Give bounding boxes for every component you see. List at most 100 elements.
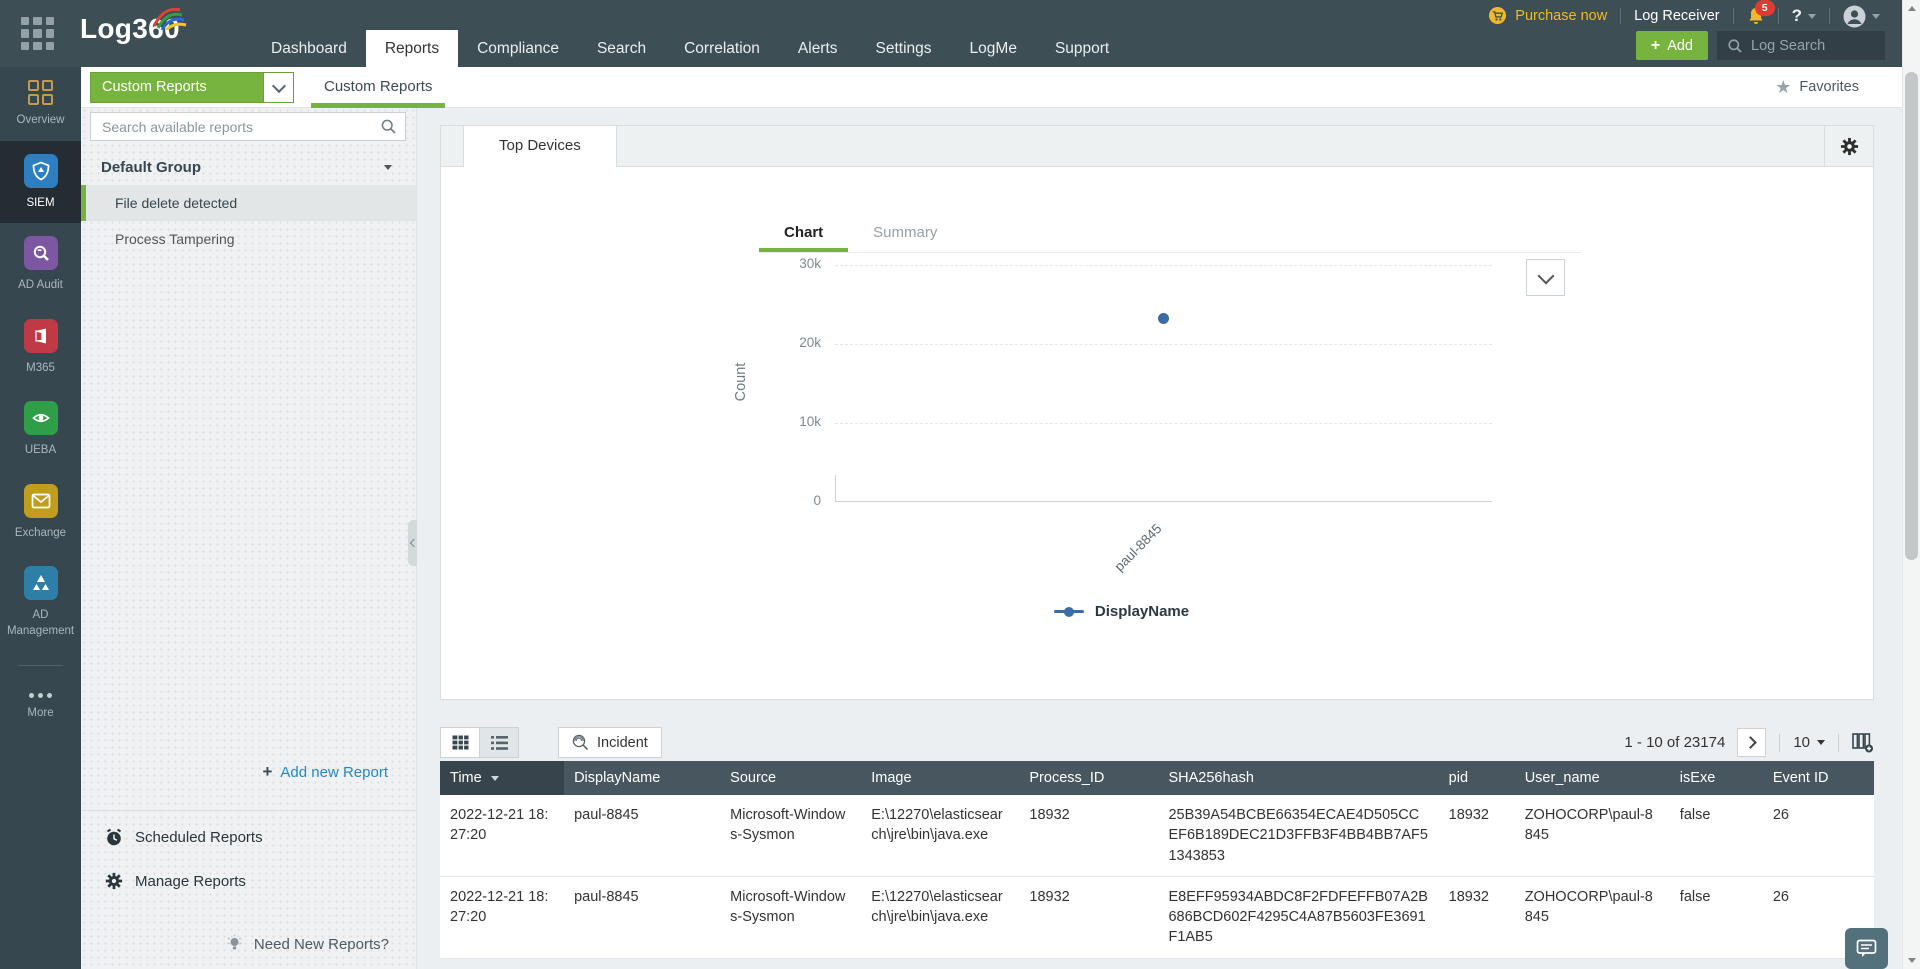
scroll-up-arrow[interactable] bbox=[1903, 0, 1920, 17]
group-label: Default Group bbox=[101, 159, 384, 176]
need-new-reports-link[interactable]: Need New Reports? bbox=[226, 934, 389, 954]
app-launcher-icon[interactable] bbox=[21, 17, 54, 50]
reports-list-panel: Default Group File delete detected Proce… bbox=[81, 107, 417, 969]
sidebar-item-label: Exchange bbox=[15, 526, 66, 542]
incident-button[interactable]: Incident bbox=[558, 727, 662, 758]
purchase-now-link[interactable]: Purchase now bbox=[1488, 7, 1607, 25]
cart-icon bbox=[1488, 7, 1507, 25]
favorites-button[interactable]: ★ Favorites bbox=[1775, 67, 1859, 107]
log360-logo[interactable]: Log360 bbox=[80, 13, 180, 45]
sidebar-item-label: Overview bbox=[17, 113, 65, 129]
tab-chart[interactable]: Chart bbox=[759, 215, 848, 252]
gridline-10k bbox=[835, 423, 1492, 424]
column-header-image[interactable]: Image bbox=[861, 761, 1019, 795]
cell-event-id: 26 bbox=[1763, 795, 1874, 876]
nav-reports[interactable]: Reports bbox=[366, 30, 458, 67]
panel-collapse-handle[interactable] bbox=[408, 520, 417, 566]
gridline-20k bbox=[835, 344, 1492, 345]
manage-columns-button[interactable] bbox=[1852, 733, 1874, 753]
sidebar-item-ueba[interactable]: UEBA bbox=[0, 388, 81, 471]
column-header-time[interactable]: Time bbox=[440, 761, 564, 795]
notifications-button[interactable]: 5 bbox=[1747, 7, 1765, 26]
column-header-user-name[interactable]: User_name bbox=[1515, 761, 1670, 795]
custom-reports-tab[interactable]: Custom Reports bbox=[311, 67, 445, 107]
grid-view-button[interactable] bbox=[441, 728, 480, 757]
next-page-button[interactable] bbox=[1737, 728, 1766, 757]
legend-marker-icon bbox=[1054, 610, 1084, 613]
chart-summary-tabs: Chart Summary bbox=[759, 215, 1581, 253]
column-header-isexe[interactable]: isExe bbox=[1670, 761, 1763, 795]
chevron-left-icon bbox=[409, 539, 417, 547]
nav-compliance[interactable]: Compliance bbox=[458, 30, 578, 67]
page-size-dropdown[interactable]: 10 bbox=[1793, 734, 1825, 751]
report-group-header[interactable]: Default Group bbox=[81, 151, 416, 183]
log-search-input[interactable]: Log Search bbox=[1717, 31, 1885, 60]
sidebar-divider bbox=[18, 665, 63, 666]
nav-alerts[interactable]: Alerts bbox=[779, 30, 857, 67]
page-scrollbar[interactable] bbox=[1902, 0, 1920, 969]
scrollbar-thumb[interactable] bbox=[1905, 72, 1918, 560]
scroll-down-arrow[interactable] bbox=[1903, 952, 1920, 969]
column-header-displayname[interactable]: DisplayName bbox=[564, 761, 720, 795]
sidebar-item-overview[interactable]: Overview bbox=[0, 67, 81, 141]
topbar-action-row: + Add Log Search bbox=[1636, 31, 1885, 60]
chart-legend[interactable]: DisplayName bbox=[793, 603, 1450, 620]
column-header-source[interactable]: Source bbox=[720, 761, 861, 795]
tab-summary[interactable]: Summary bbox=[848, 215, 962, 252]
list-view-button[interactable] bbox=[480, 728, 518, 757]
column-header-pid[interactable]: pid bbox=[1439, 761, 1515, 795]
chat-bubble-icon bbox=[1856, 939, 1877, 958]
nav-support[interactable]: Support bbox=[1036, 30, 1128, 67]
nav-settings[interactable]: Settings bbox=[857, 30, 951, 67]
cell-pid: 18932 bbox=[1439, 876, 1515, 958]
column-header-sha256hash[interactable]: SHA256hash bbox=[1158, 761, 1438, 795]
report-search-input[interactable] bbox=[100, 118, 381, 136]
ueba-eye-icon bbox=[24, 401, 58, 435]
caret-down-icon bbox=[1808, 14, 1816, 19]
nav-search[interactable]: Search bbox=[578, 30, 665, 67]
add-new-report-link[interactable]: + Add new Report bbox=[262, 762, 388, 782]
column-header-process-id[interactable]: Process_ID bbox=[1019, 761, 1158, 795]
log-receiver-link[interactable]: Log Receiver bbox=[1634, 8, 1719, 24]
cell-sha256hash: E8EFF95934ABDC8F2FDFEFFB07A2B686BCD602F4… bbox=[1158, 876, 1438, 958]
report-search-box[interactable] bbox=[90, 112, 406, 141]
chart-settings-button[interactable] bbox=[1824, 126, 1873, 166]
caret-down-icon bbox=[384, 165, 392, 170]
account-menu[interactable] bbox=[1843, 5, 1880, 28]
manage-reports-link[interactable]: Manage Reports bbox=[105, 872, 246, 890]
column-header-event-id[interactable]: Event ID bbox=[1763, 761, 1874, 795]
nav-logme[interactable]: LogMe bbox=[951, 30, 1036, 67]
y-tick-20k: 20k bbox=[731, 335, 821, 350]
select-chevron[interactable] bbox=[263, 73, 293, 102]
tab-top-devices[interactable]: Top Devices bbox=[463, 126, 617, 167]
sidebar-item-m365[interactable]: M365 bbox=[0, 306, 81, 389]
add-button[interactable]: + Add bbox=[1636, 31, 1708, 60]
report-item-process-tampering[interactable]: Process Tampering bbox=[81, 221, 416, 257]
table-row[interactable]: 2022-12-21 18:27:20 paul-8845 Microsoft-… bbox=[440, 876, 1874, 958]
nav-correlation[interactable]: Correlation bbox=[665, 30, 779, 67]
sidebar-item-ad-audit[interactable]: AD Audit bbox=[0, 223, 81, 306]
page-size-value: 10 bbox=[1793, 734, 1810, 751]
sidebar-item-more[interactable]: More bbox=[0, 680, 81, 734]
chat-feedback-button[interactable] bbox=[1845, 928, 1888, 969]
report-item-file-delete-detected[interactable]: File delete detected bbox=[81, 185, 416, 221]
help-menu[interactable]: ? bbox=[1792, 6, 1816, 26]
sidebar-item-siem[interactable]: SIEM bbox=[0, 141, 81, 224]
x-axis-line bbox=[835, 501, 1492, 502]
gear-icon bbox=[1840, 137, 1859, 156]
sidebar-item-exchange[interactable]: Exchange bbox=[0, 471, 81, 554]
chart-collapse-button[interactable] bbox=[1526, 259, 1565, 296]
ad-management-icon bbox=[24, 566, 58, 600]
table-header-row: Time DisplayName Source Image Process_ID… bbox=[440, 761, 1874, 795]
report-category-select[interactable]: Custom Reports bbox=[90, 72, 294, 103]
chart-data-point[interactable] bbox=[1158, 313, 1169, 324]
grid-view-icon bbox=[452, 735, 469, 750]
sidebar-item-ad-management[interactable]: AD Management bbox=[0, 553, 81, 651]
table-row[interactable]: 2022-12-21 18:27:20 paul-8845 Microsoft-… bbox=[440, 795, 1874, 876]
scheduled-reports-link[interactable]: Scheduled Reports bbox=[105, 828, 263, 847]
cell-time: 2022-12-21 18:27:20 bbox=[440, 795, 564, 876]
cell-isexe: false bbox=[1670, 876, 1763, 958]
favorites-label: Favorites bbox=[1799, 79, 1859, 95]
notification-badge: 5 bbox=[1755, 0, 1775, 16]
nav-dashboard[interactable]: Dashboard bbox=[252, 30, 366, 67]
